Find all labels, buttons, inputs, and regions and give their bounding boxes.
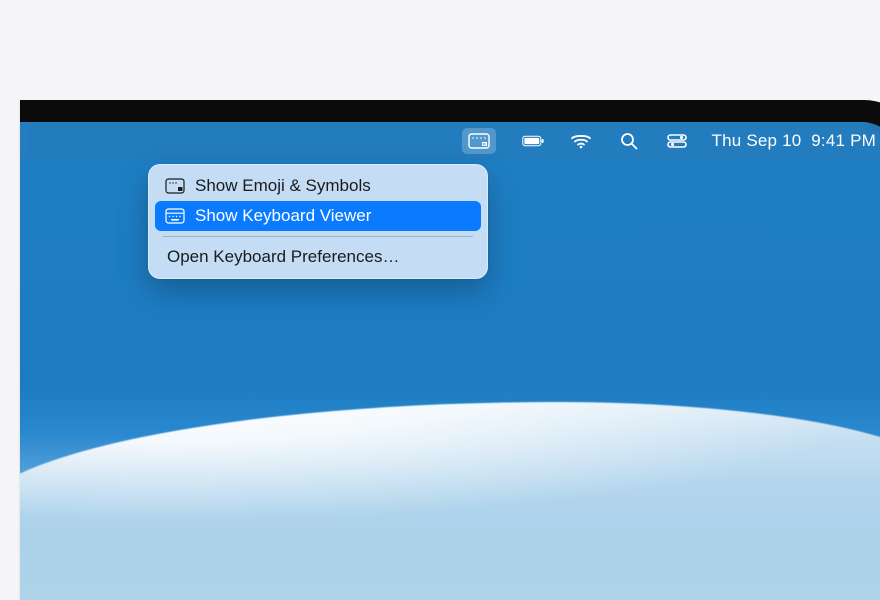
search-icon[interactable] <box>618 130 640 152</box>
character-viewer-icon <box>165 177 185 195</box>
battery-icon[interactable] <box>522 130 544 152</box>
menu-item-emoji[interactable]: Show Emoji & Symbols <box>155 171 481 201</box>
menubar-clock[interactable]: Thu Sep 10 9:41 PM <box>708 131 876 151</box>
input-menu-icon[interactable]: ⌘ <box>462 128 496 154</box>
wifi-icon[interactable] <box>570 130 592 152</box>
menu-item-label: Show Keyboard Viewer <box>195 206 371 226</box>
menu-separator <box>163 236 473 237</box>
menu-item-keyboard-preferences[interactable]: Open Keyboard Preferences… <box>155 242 481 272</box>
control-center-icon[interactable] <box>666 130 688 152</box>
desktop: ⌘ <box>20 122 880 600</box>
device-frame: ⌘ <box>20 100 880 600</box>
menu-item-label: Open Keyboard Preferences… <box>167 247 399 267</box>
svg-text:⌘: ⌘ <box>482 141 486 146</box>
menu-item-label: Show Emoji & Symbols <box>195 176 371 196</box>
menu-item-keyboard-viewer[interactable]: Show Keyboard Viewer <box>155 201 481 231</box>
menu-bar: ⌘ <box>20 122 880 160</box>
keyboard-viewer-icon <box>165 207 185 225</box>
wallpaper <box>20 402 880 600</box>
status-icons-group: ⌘ <box>462 128 688 154</box>
input-menu-dropdown: Show Emoji & Symbols Show Keyboard Viewe… <box>148 164 488 279</box>
